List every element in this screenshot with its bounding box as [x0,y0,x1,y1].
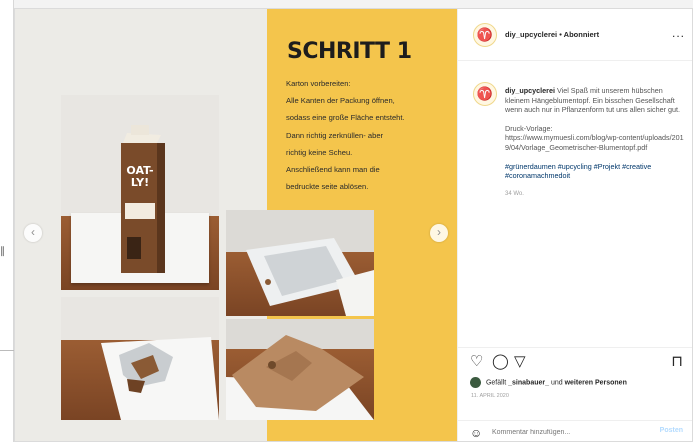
more-options-button[interactable]: ... [672,26,685,40]
carton-logo: OAT-LY! [126,164,154,189]
liker-username[interactable]: _sinabauer_ [508,379,549,386]
avatar[interactable]: ♈ [473,23,497,47]
oatly-carton-image [121,125,165,273]
action-bar: ♡ ◯ ▽ ⊓ [458,347,692,373]
background-fragment: ∥ [0,246,5,257]
liker-avatar [470,377,481,388]
chevron-right-icon: › [437,225,441,239]
share-icon[interactable]: ▽ [514,354,526,369]
slide-line: richtig keine Scheu. [286,147,353,157]
bell-logo-icon: ♈ [476,27,494,42]
crumpled-carton-image [101,337,219,420]
caption-time[interactable]: 34 Wo. [505,190,685,200]
username-link[interactable]: diy_upcyclerei [505,30,557,39]
comment-bar: ☺ Posten [458,420,692,441]
screen: ∥ OAT-LY! SCHRITT 1 Karton vorbereiten: … [0,0,693,442]
bookmark-icon[interactable]: ⊓ [671,354,683,369]
post-author: diy_upcyclerei • Abonniert [505,30,599,39]
likes-summary: Gefällt _sinabauer_ und weiteren Persone… [470,377,690,388]
photo-carton: OAT-LY! [61,95,219,290]
slide-line: Alle Kanten der Packung öffnen, [286,96,395,106]
separator: • [559,30,562,39]
druck-label: Druck-Vorlage: [505,123,553,133]
caption-avatar[interactable]: ♈ [473,82,497,106]
post-comment-button[interactable]: Posten [660,427,683,434]
caption: diy_upcyclerei Viel Spaß mit unserem hüb… [505,86,685,208]
post-dialog: OAT-LY! SCHRITT 1 Karton vorbereiten: Al… [14,8,693,442]
slide-line: Anschließend kann man die [286,165,380,175]
heart-icon[interactable]: ♡ [470,354,483,369]
post-date: 11. APRIL 2020 [471,393,509,399]
bell-logo-icon: ♈ [476,86,494,101]
slide-line: bedruckte seite ablösen. [286,182,369,192]
peeled-layer-image [226,335,374,420]
prev-slide-button[interactable]: ‹ [24,224,42,242]
chevron-left-icon: ‹ [31,225,35,239]
others-link[interactable]: weiteren Personen [565,379,627,386]
photo-peeled-layer [226,319,374,420]
post-header: ♈ diy_upcyclerei • Abonniert ... [458,9,692,61]
divider [0,350,14,351]
photo-crumpled-carton [61,297,219,420]
template-url: https://www.mymuesli.com/blog/wp-content… [505,133,684,152]
post-sidebar: ♈ diy_upcyclerei • Abonniert ... ♈ diy_u… [457,9,692,441]
slide-line: Karton vorbereiten: [286,79,351,88]
follow-status-button[interactable]: Abonniert [564,30,599,39]
hashtags[interactable]: #grünerdaumen #upcycling #Projekt #creat… [505,162,685,181]
background-page-edge: ∥ [0,0,14,442]
next-slide-button[interactable]: › [430,224,448,242]
opened-carton-image [246,238,374,316]
photo-opened-carton [226,210,374,316]
slide-line: Dann richtig zerknüllen- aber [286,130,384,140]
slide-title: SCHRITT 1 [287,39,412,64]
slide-line: sodass eine große Fläche entsteht. [286,113,405,123]
slide-instructions: Karton vorbereiten: Alle Kanten der Pack… [286,75,456,195]
comment-input[interactable] [492,426,642,439]
emoji-icon[interactable]: ☺ [470,426,482,440]
post-media[interactable]: OAT-LY! SCHRITT 1 Karton vorbereiten: Al… [15,9,457,441]
caption-username[interactable]: diy_upcyclerei [505,86,555,95]
comment-icon[interactable]: ◯ [492,354,509,369]
